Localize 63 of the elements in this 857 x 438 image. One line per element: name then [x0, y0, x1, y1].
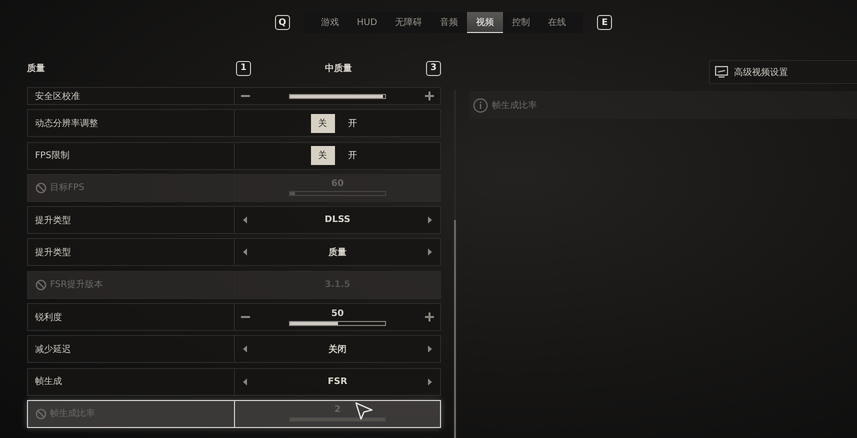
setting-label: FSR提升版本	[50, 278, 103, 292]
tab[interactable]: 游戏	[312, 12, 348, 33]
setting-row[interactable]: FPS限制 关 开	[27, 142, 441, 170]
key-hint: Q	[274, 15, 290, 30]
toggle-option[interactable]: 关	[310, 114, 334, 133]
key-hint: 1	[236, 60, 251, 76]
slider-value: 50	[331, 308, 344, 319]
right-arrow-icon[interactable]	[427, 248, 433, 257]
selector-value: DLSS	[324, 215, 350, 226]
setting-label: 目标FPS	[50, 182, 84, 194]
slider-value: 60	[331, 179, 344, 190]
right-arrow-icon[interactable]	[427, 377, 433, 386]
toggle-option[interactable]: 关	[310, 146, 334, 166]
left-arrow-icon[interactable]	[242, 377, 248, 386]
cursor-icon	[355, 402, 373, 420]
scrollbar[interactable]	[454, 90, 456, 438]
setting-row[interactable]: 动态分辨率调整 关 开	[27, 109, 441, 138]
slider[interactable]	[289, 320, 386, 326]
setting-row[interactable]: 安全区校准	[27, 87, 441, 105]
setting-row[interactable]: 提升类型 DLSS	[27, 206, 441, 234]
section-title: 质量	[27, 62, 46, 74]
setting-label: 帧生成	[35, 376, 62, 388]
setting-row[interactable]: 锐利度 50	[27, 303, 441, 332]
preset-value: 中质量	[325, 62, 352, 74]
setting-label: 锐利度	[35, 312, 62, 324]
left-arrow-icon[interactable]	[242, 344, 248, 354]
tab[interactable]: 音频	[431, 12, 468, 33]
toggle-option[interactable]: 开	[340, 146, 364, 166]
setting-label: FPS限制	[35, 150, 70, 162]
left-arrow-icon[interactable]	[242, 216, 248, 225]
setting-label: 动态分辨率调整	[35, 118, 98, 130]
selector-value: 质量	[328, 246, 346, 259]
left-arrow-icon[interactable]	[242, 248, 248, 257]
slider[interactable]	[289, 94, 386, 98]
tab[interactable]: 控制	[503, 12, 540, 33]
plus-icon[interactable]	[425, 312, 434, 322]
disabled-icon	[35, 278, 47, 291]
right-arrow-icon[interactable]	[427, 216, 433, 225]
setting-row[interactable]: 减少延迟 关闭	[27, 335, 441, 364]
right-arrow-icon[interactable]	[427, 344, 433, 354]
minus-icon[interactable]	[241, 92, 250, 100]
setting-label: 安全区校准	[35, 90, 80, 102]
setting-row[interactable]: 帧生成 FSR	[27, 368, 441, 396]
tab[interactable]: 无障碍	[386, 12, 432, 33]
setting-label: 减少延迟	[35, 344, 71, 356]
tab[interactable]: HUD	[348, 12, 386, 33]
key-hint: 3	[426, 60, 441, 76]
tab[interactable]: 视频	[467, 12, 504, 33]
disabled-icon	[35, 182, 47, 194]
setting-label: 提升类型	[35, 246, 71, 259]
advanced-video-settings-button[interactable]: 高级视频设置	[709, 60, 857, 84]
setting-label: 提升类型	[35, 214, 71, 227]
tab[interactable]: 在线	[539, 12, 576, 33]
info-text: 帧生成比率	[492, 100, 537, 112]
monitor-icon	[715, 66, 728, 78]
plus-icon[interactable]	[425, 92, 434, 100]
info-icon	[473, 98, 488, 112]
selector-value: FSR	[328, 376, 348, 387]
toggle-option[interactable]: 开	[340, 114, 364, 133]
setting-row[interactable]: 提升类型 质量	[27, 238, 441, 266]
key-hint: E	[597, 15, 612, 30]
selector-value: 关闭	[328, 343, 346, 356]
disabled-icon	[35, 408, 47, 420]
